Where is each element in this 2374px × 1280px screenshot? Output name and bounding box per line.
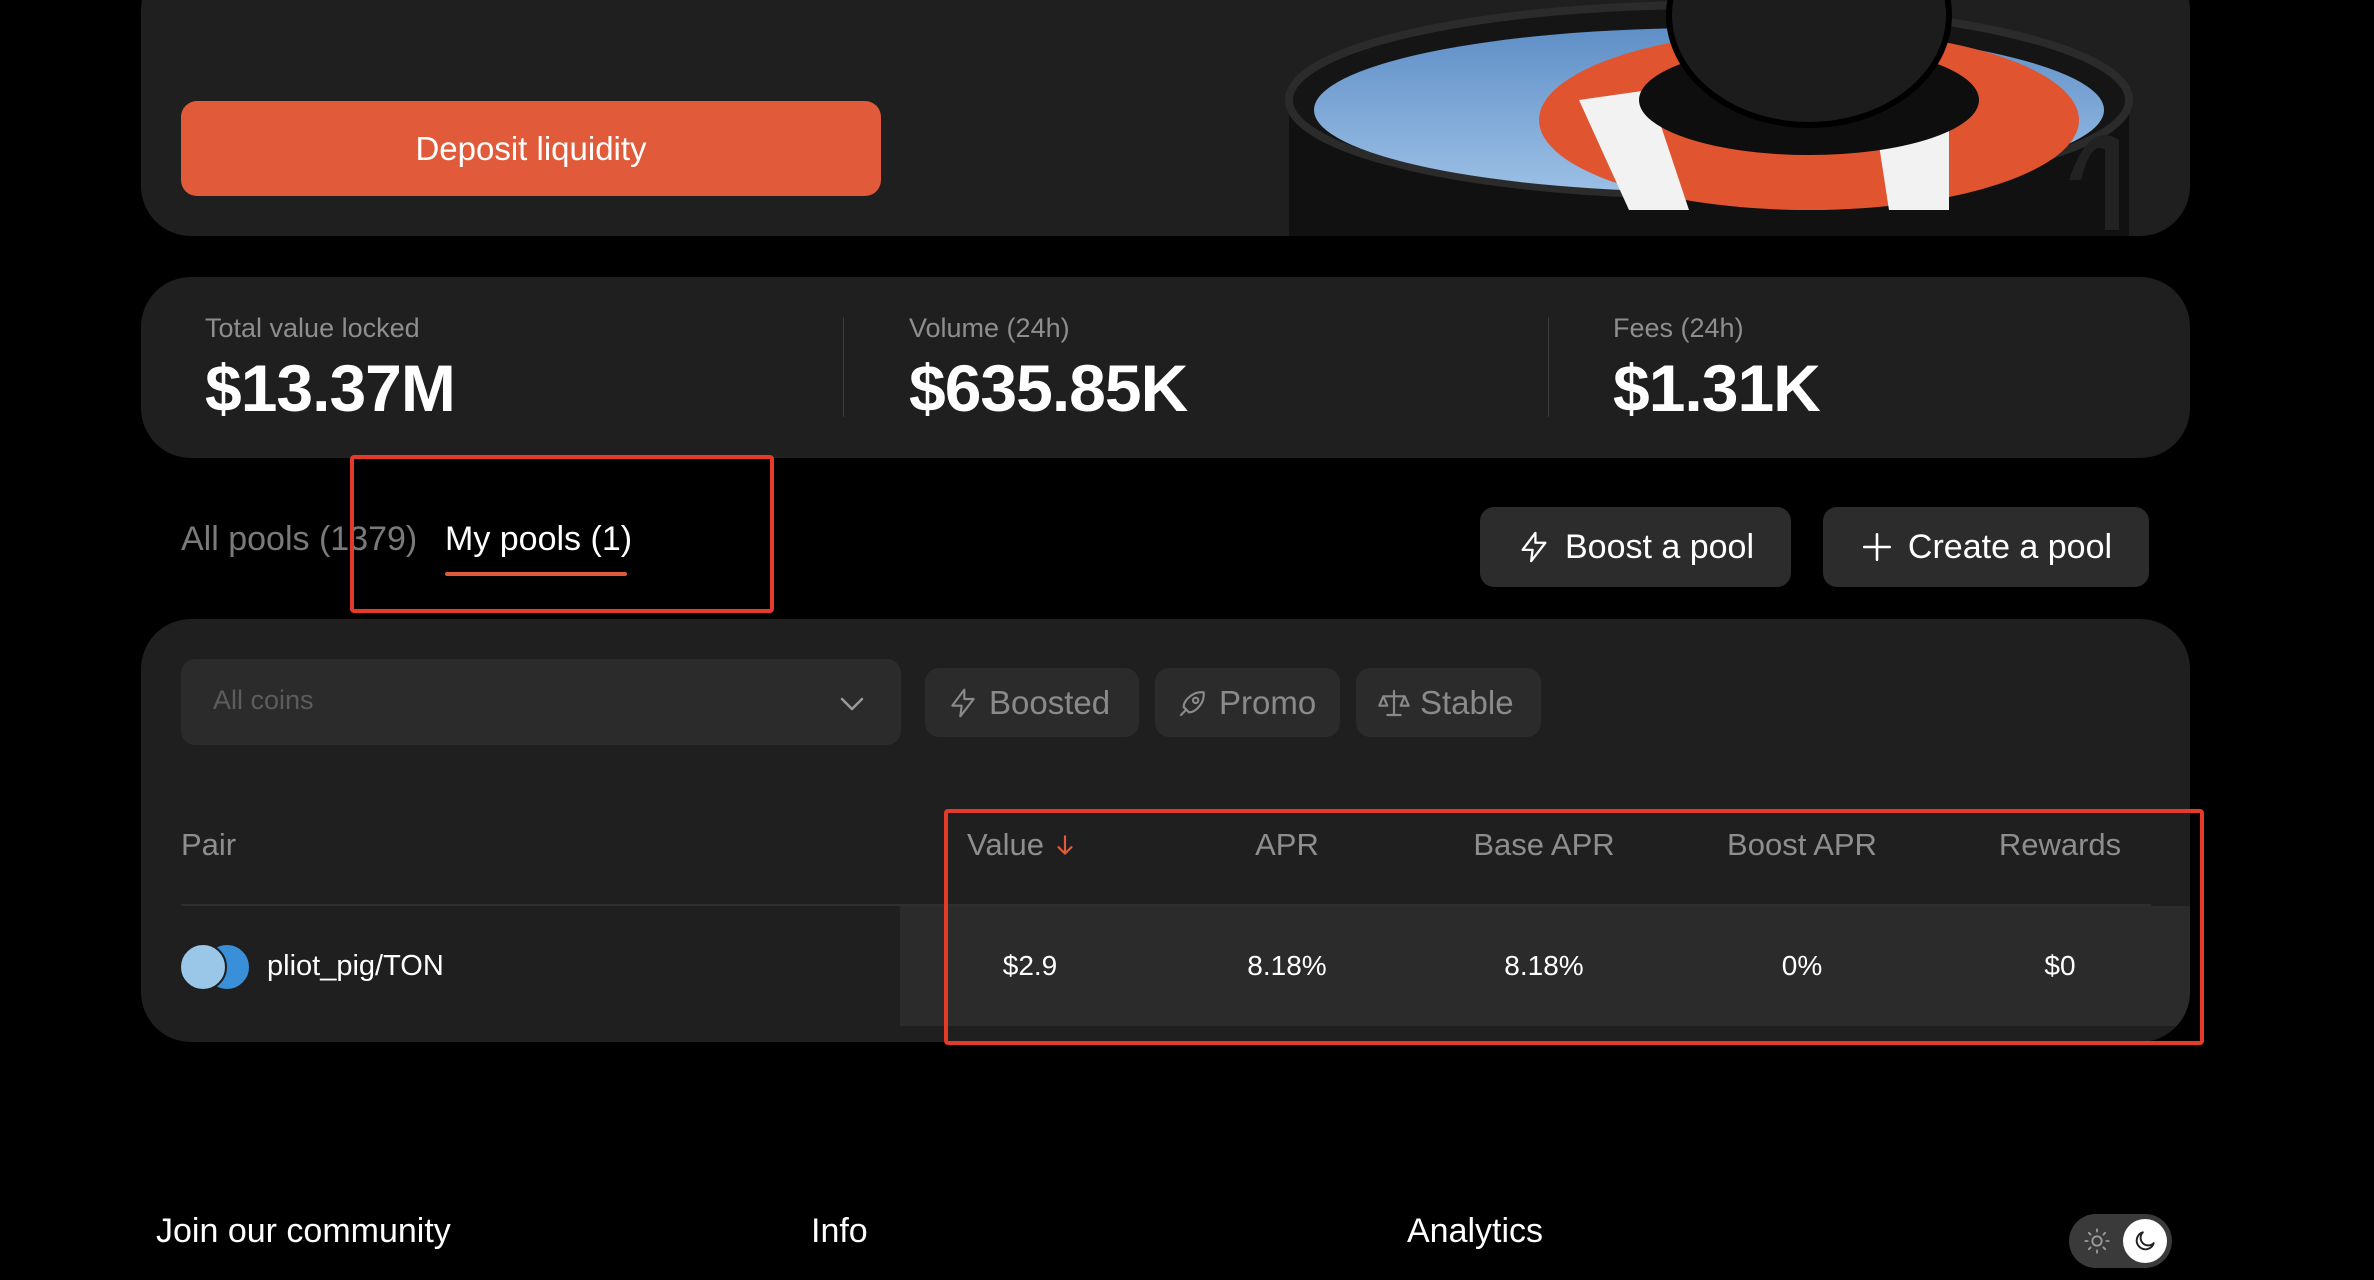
filter-chip-label: Stable (1420, 683, 1514, 721)
column-header-boost-apr[interactable]: Boost APR (1702, 827, 1902, 863)
cell-base-apr: 8.18% (1504, 950, 1584, 981)
cell-boost-apr: 0% (1781, 950, 1823, 981)
stat-divider (843, 317, 844, 417)
filter-chip-label: Promo (1219, 683, 1317, 721)
stats-panel: Total value locked $13.37M Volume (24h) … (141, 277, 2190, 458)
cell-rewards: $0 (2044, 950, 2076, 981)
stat-label: Total value locked (205, 313, 420, 343)
filter-chip-stable[interactable]: Stable (1356, 668, 1541, 737)
boost-pool-label: Boost a pool (1564, 527, 1755, 566)
stat-tvl: Total value locked $13.37M (205, 313, 456, 426)
stat-divider (1548, 317, 1549, 417)
theme-toggle-knob (2123, 1219, 2167, 1263)
stat-volume: Volume (24h) $635.85K (909, 313, 1188, 426)
active-tab-underline (445, 572, 627, 576)
cell-apr: 8.18% (1247, 950, 1327, 981)
create-pool-label: Create a pool (1907, 527, 2113, 566)
stat-fees: Fees (24h) $1.31K (1613, 313, 1821, 426)
arrow-down-icon (1057, 835, 1073, 855)
footer-analytics-link[interactable]: Analytics (1407, 1212, 1543, 1251)
theme-toggle[interactable] (2069, 1214, 2172, 1268)
footer-info-link[interactable]: Info (811, 1212, 868, 1251)
stat-label: Volume (24h) (909, 313, 1070, 343)
filter-chip-promo[interactable]: Promo (1155, 668, 1340, 737)
hero-illustration (1285, 0, 2133, 236)
pair-token-icons (179, 943, 251, 991)
tab-all-pools[interactable]: All pools (1379) (181, 520, 417, 559)
footer-community-link[interactable]: Join our community (156, 1212, 451, 1251)
stat-value: $13.37M (205, 351, 456, 425)
column-header-base-apr[interactable]: Base APR (1444, 827, 1644, 863)
plus-icon (1862, 532, 1891, 562)
column-header-pair: Pair (181, 827, 237, 862)
stat-label: Fees (24h) (1613, 313, 1744, 343)
create-pool-button[interactable]: Create a pool (1823, 507, 2149, 587)
deposit-liquidity-button[interactable]: Deposit liquidity (181, 101, 881, 196)
column-header-value-label: Value (967, 827, 1044, 862)
lightning-icon (1521, 531, 1547, 563)
pools-panel: All coins Boosted Promo Stable Pair Valu… (141, 619, 2190, 1042)
coin-filter-select[interactable]: All coins (181, 659, 901, 745)
scales-icon (1378, 689, 1410, 716)
hero-banner: Deposit liquidity (141, 0, 2190, 236)
filter-chip-label: Boosted (989, 683, 1111, 721)
lightning-icon (951, 688, 975, 717)
cell-value: $2.9 (1002, 950, 1058, 981)
coin-filter-placeholder: All coins (213, 685, 314, 715)
rocket-icon (1179, 690, 1205, 716)
column-header-apr[interactable]: APR (1187, 827, 1387, 863)
pair-name: pliot_pig/TON (267, 949, 444, 982)
token-icon-pliot-pig (179, 943, 227, 991)
moon-icon (2135, 1231, 2155, 1251)
stat-value: $1.31K (1613, 351, 1821, 425)
chevron-down-icon (840, 697, 864, 711)
stat-value: $635.85K (909, 351, 1188, 425)
page: Deposit liquidity Total value locked $13… (0, 0, 2374, 1280)
column-header-value[interactable]: Value (967, 827, 1078, 863)
tab-my-pools[interactable]: My pools (1) (445, 520, 632, 559)
filter-chip-boosted[interactable]: Boosted (925, 668, 1139, 737)
column-header-rewards[interactable]: Rewards (1960, 827, 2160, 863)
table-row[interactable]: pliot_pig/TON (179, 943, 444, 991)
boost-pool-button[interactable]: Boost a pool (1480, 507, 1791, 587)
sun-icon (2084, 1228, 2110, 1254)
